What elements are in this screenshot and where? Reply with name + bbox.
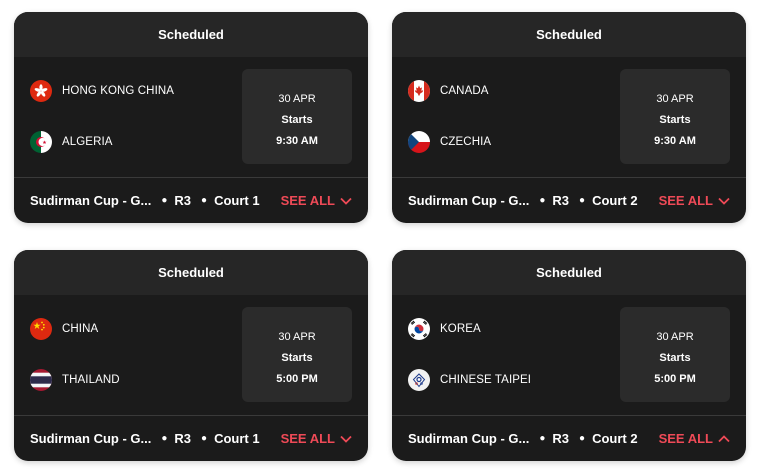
- team-name: THAILAND: [62, 374, 120, 386]
- event-name: Sudirman Cup - G...: [408, 431, 530, 446]
- separator-dot: ●: [161, 195, 168, 206]
- start-time: 5:00 PM: [654, 373, 696, 385]
- match-footer: Sudirman Cup - G... ● R3 ● Court 1 SEE A…: [14, 415, 368, 461]
- team-row: ALGERIA: [30, 131, 113, 153]
- match-footer: Sudirman Cup - G... ● R3 ● Court 1 SEE A…: [14, 177, 368, 223]
- starts-label: Starts: [659, 352, 691, 364]
- match-time-box: 30 APR Starts 9:30 AM: [242, 69, 352, 164]
- see-all-button[interactable]: SEE ALL: [281, 193, 352, 208]
- starts-label: Starts: [281, 352, 313, 364]
- see-all-button[interactable]: SEE ALL: [281, 431, 352, 446]
- chevron-down-icon: [340, 435, 352, 443]
- match-card[interactable]: Scheduled CHINA THAILAND 30 APR Starts 5…: [14, 250, 368, 461]
- team-name: ALGERIA: [62, 136, 113, 148]
- court-label: Court 2: [592, 193, 638, 208]
- team-row: CZECHIA: [408, 131, 491, 153]
- korea-flag-icon: [408, 318, 430, 340]
- team-row: CHINESE TAIPEI: [408, 369, 531, 391]
- event-name: Sudirman Cup - G...: [408, 193, 530, 208]
- team-name: CHINESE TAIPEI: [440, 374, 532, 386]
- team-name: CHINA: [62, 323, 99, 335]
- china-flag-icon: [30, 318, 52, 340]
- algeria-flag-icon: [30, 131, 52, 153]
- match-status: Scheduled: [14, 12, 368, 57]
- match-date: 30 APR: [278, 93, 316, 105]
- see-all-label: SEE ALL: [658, 431, 713, 446]
- match-time-box: 30 APR Starts 5:00 PM: [242, 307, 352, 402]
- chevron-up-icon: [718, 434, 730, 443]
- team-name: CZECHIA: [440, 136, 492, 148]
- chinese-taipei-flag-icon: [408, 369, 430, 391]
- court-label: Court 2: [592, 431, 638, 446]
- starts-label: Starts: [659, 114, 691, 126]
- separator-dot: ●: [579, 195, 586, 206]
- separator-dot: ●: [539, 195, 546, 206]
- round-label: R3: [174, 431, 192, 446]
- see-all-button[interactable]: SEE ALL: [659, 193, 730, 208]
- team-row: KOREA: [408, 318, 481, 340]
- round-label: R3: [552, 193, 570, 208]
- match-footer: Sudirman Cup - G... ● R3 ● Court 2 SEE A…: [392, 415, 746, 461]
- start-time: 9:30 AM: [654, 135, 696, 147]
- see-all-label: SEE ALL: [280, 431, 335, 446]
- event-name: Sudirman Cup - G...: [30, 431, 152, 446]
- separator-dot: ●: [201, 195, 208, 206]
- match-time-box: 30 APR Starts 5:00 PM: [620, 307, 730, 402]
- separator-dot: ●: [201, 433, 208, 444]
- team-name: CANADA: [440, 85, 489, 97]
- separator-dot: ●: [539, 433, 546, 444]
- see-all-label: SEE ALL: [658, 193, 713, 208]
- team-row: CHINA: [30, 318, 98, 340]
- round-label: R3: [174, 193, 192, 208]
- match-date: 30 APR: [278, 331, 316, 343]
- match-date: 30 APR: [656, 331, 694, 343]
- czechia-flag-icon: [408, 131, 430, 153]
- round-label: R3: [552, 431, 570, 446]
- hong-kong-flag-icon: [30, 80, 52, 102]
- match-footer: Sudirman Cup - G... ● R3 ● Court 2 SEE A…: [392, 177, 746, 223]
- team-row: CANADA: [408, 80, 489, 102]
- court-label: Court 1: [214, 431, 260, 446]
- match-date: 30 APR: [656, 93, 694, 105]
- event-name: Sudirman Cup - G...: [30, 193, 152, 208]
- team-row: THAILAND: [30, 369, 120, 391]
- match-time-box: 30 APR Starts 9:30 AM: [620, 69, 730, 164]
- match-status: Scheduled: [392, 250, 746, 295]
- see-all-label: SEE ALL: [280, 193, 335, 208]
- team-name: KOREA: [440, 323, 481, 335]
- start-time: 5:00 PM: [276, 373, 318, 385]
- match-status: Scheduled: [14, 250, 368, 295]
- court-label: Court 1: [214, 193, 260, 208]
- match-card[interactable]: Scheduled HONG KONG CHINA ALGERIA 30 APR…: [14, 12, 368, 223]
- chevron-down-icon: [340, 197, 352, 205]
- match-card[interactable]: Scheduled KOREA CHINESE TAIPEI 30 APR St…: [392, 250, 746, 461]
- team-row: HONG KONG CHINA: [30, 80, 174, 102]
- match-card[interactable]: Scheduled CANADA CZECHIA 30 APR Starts 9…: [392, 12, 746, 223]
- thailand-flag-icon: [30, 369, 52, 391]
- starts-label: Starts: [281, 114, 313, 126]
- chevron-down-icon: [718, 197, 730, 205]
- match-status: Scheduled: [392, 12, 746, 57]
- separator-dot: ●: [161, 433, 168, 444]
- team-name: HONG KONG CHINA: [62, 85, 175, 97]
- canada-flag-icon: [408, 80, 430, 102]
- start-time: 9:30 AM: [276, 135, 318, 147]
- separator-dot: ●: [579, 433, 586, 444]
- see-all-button[interactable]: SEE ALL: [659, 431, 730, 446]
